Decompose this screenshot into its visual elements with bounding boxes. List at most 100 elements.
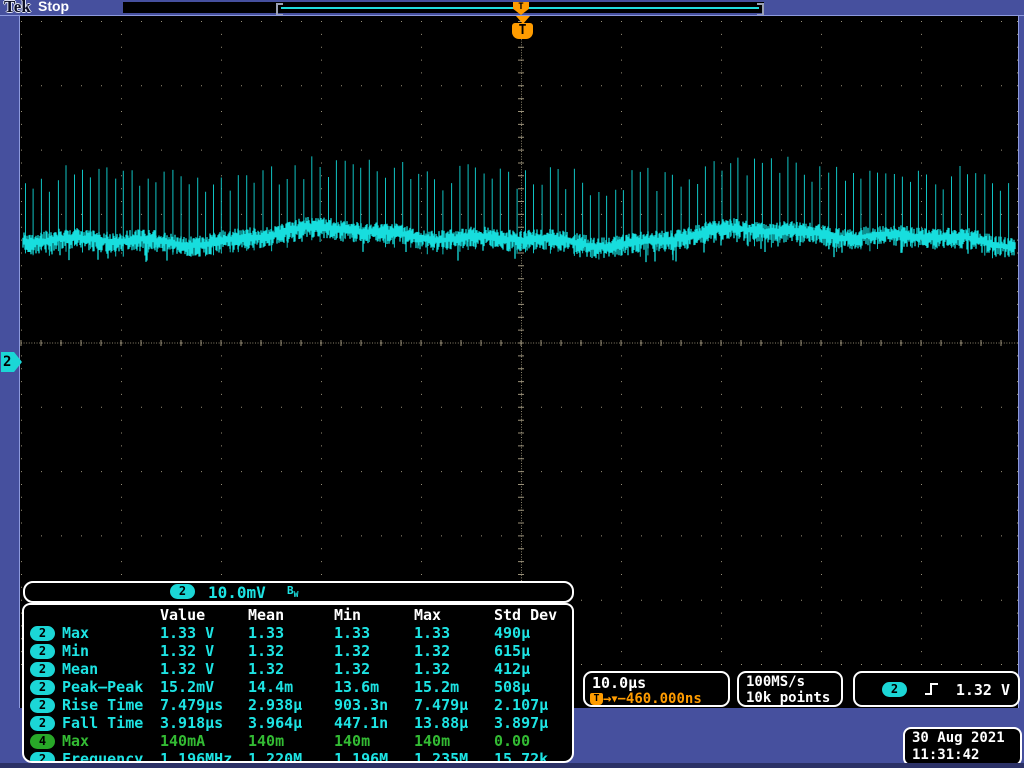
measurement-name: Fall Time [62, 714, 144, 732]
measurement-name: Frequency [62, 750, 144, 763]
measurement-row: 2 Fall Time 3.918µs 3.964µ 447.1n 13.88µ 3.897… [30, 714, 572, 732]
trigger-position-marker-icon[interactable]: T [513, 2, 529, 15]
measurement-value: 447.1n [334, 714, 389, 732]
measurement-value: 14.4m [248, 678, 294, 696]
measurement-value: 140m [334, 732, 371, 750]
channel-badge: 2 [30, 697, 55, 713]
measurement-value: 3.964µ [248, 714, 303, 732]
channel-badge: 4 [30, 733, 55, 749]
measurement-value: 1.32 [414, 660, 451, 678]
screen-border-right [1018, 15, 1019, 708]
oscilloscope-screen: Tek Stop T T 2 2 10.0mV BW Value Mean Mi… [0, 0, 1024, 768]
time-label: 11:31:42 [912, 747, 980, 763]
col-header-min: Min [334, 606, 362, 624]
trigger-delay-readout: T → ▼ −460.000ns [590, 691, 702, 707]
trigger-t-icon: T [590, 693, 603, 705]
measurement-row: 2 Peak–Peak 15.2mV 14.4m 13.6m 15.2m 508µ [30, 678, 572, 696]
horizontal-readout[interactable]: 10.0µs T → ▼ −460.000ns [583, 671, 730, 707]
trigger-time-flag[interactable]: T [512, 16, 534, 40]
acquisition-status: Stop [38, 0, 70, 14]
measurement-value: 1.32 V [160, 660, 215, 678]
measurement-row: 2 Mean 1.32 V 1.32 1.32 1.32 412µ [30, 660, 572, 678]
measurement-row: 4 Max 140mA 140m 140m 140m 0.00 [30, 732, 572, 750]
measurement-value: 15.2mV [160, 678, 215, 696]
measurement-row: 2 Max 1.33 V 1.33 1.33 1.33 490µ [30, 624, 572, 642]
trigger-source-badge: 2 [882, 682, 907, 697]
channel-badge: 2 [30, 625, 55, 641]
measurement-value: 1.32 [248, 660, 285, 678]
measurement-value: 1.32 [334, 660, 371, 678]
measurement-name: Min [62, 642, 90, 660]
measurement-value: 15.2m [414, 678, 460, 696]
datetime-readout: 30 Aug 2021 11:31:42 [903, 727, 1022, 766]
measurement-value: 1.196M [334, 750, 389, 763]
measurement-name: Max [62, 624, 90, 642]
measurement-value: 1.32 [414, 642, 451, 660]
delay-value: −460.000ns [617, 691, 702, 707]
measurement-value: 140m [414, 732, 451, 750]
channel-badge: 2 [30, 643, 55, 659]
measurement-value: 0.00 [494, 732, 531, 750]
top-status-bar: Tek Stop T [0, 0, 1024, 16]
measurement-row: 2 Rise Time 7.479µs 2.938µ 903.3n 7.479µ 2.107… [30, 696, 572, 714]
channel-badge: 2 [30, 679, 55, 695]
time-per-div: 10.0µs [592, 674, 647, 692]
measurement-value: 2.938µ [248, 696, 303, 714]
measurement-value: 1.196MHz [160, 750, 233, 763]
measurement-table[interactable]: Value Mean Min Max Std Dev 2 Max 1.33 V 1.3… [22, 603, 574, 763]
measurement-value: 1.235M [414, 750, 469, 763]
measurement-value: 13.88µ [414, 714, 469, 732]
record-length: 10k points [746, 690, 831, 706]
measurement-value: 7.479µ [414, 696, 469, 714]
channel2-scale-readout[interactable]: 2 10.0mV BW [23, 581, 574, 603]
channel-badge: 2 [30, 751, 55, 761]
measurement-value: 1.32 V [160, 642, 215, 660]
rising-edge-icon [925, 683, 938, 695]
date-label: 30 Aug 2021 [912, 730, 1005, 746]
measurement-value: 1.33 [414, 624, 451, 642]
measurement-value: 903.3n [334, 696, 389, 714]
col-header-max: Max [414, 606, 442, 624]
measurement-value: 140mA [160, 732, 206, 750]
measurement-rows: 2 Max 1.33 V 1.33 1.33 1.33 490µ 2 Min 1.32 V 1.32… [30, 624, 572, 763]
measurement-value: 1.33 [334, 624, 371, 642]
measurement-name: Max [62, 732, 90, 750]
bottom-bezel-strip [0, 763, 1024, 768]
channel2-volts-per-div: 10.0mV [208, 583, 266, 602]
measurement-value: 7.479µs [160, 696, 224, 714]
measurement-value: 615µ [494, 642, 531, 660]
trigger-flag-t-icon: T [512, 23, 533, 39]
measurement-row: 2 Min 1.32 V 1.32 1.32 1.32 615µ [30, 642, 572, 660]
col-header-value: Value [160, 606, 206, 624]
col-header-stddev: Std Dev [494, 606, 558, 624]
record-view-bar[interactable]: T [123, 2, 764, 16]
measurement-value: 15.72k [494, 750, 549, 763]
arrow-right-icon: → [603, 691, 612, 707]
measurement-header-row: Value Mean Min Max Std Dev [30, 606, 572, 624]
col-header-mean: Mean [248, 606, 285, 624]
measurement-name: Peak–Peak [62, 678, 144, 696]
measurement-value: 13.6m [334, 678, 380, 696]
measurement-value: 412µ [494, 660, 531, 678]
measurement-value: 140m [248, 732, 285, 750]
measurement-value: 1.32 [334, 642, 371, 660]
trigger-level: 1.32 V [955, 681, 1010, 699]
measurement-name: Mean [62, 660, 99, 678]
measurement-value: 1.33 [248, 624, 285, 642]
measurement-row: 2 Frequency 1.196MHz 1.220M 1.196M 1.235M 15.7… [30, 750, 572, 763]
measurement-name: Rise Time [62, 696, 144, 714]
trigger-readout[interactable]: 2 1.32 V [853, 671, 1020, 707]
channel-badge: 2 [30, 715, 55, 731]
bandwidth-limit-icon: BW [287, 584, 299, 600]
measurement-value: 1.220M [248, 750, 303, 763]
measurement-value: 3.918µs [160, 714, 224, 732]
measurement-value: 2.107µ [494, 696, 549, 714]
measurement-value: 490µ [494, 624, 531, 642]
measurement-value: 1.32 [248, 642, 285, 660]
acquisition-readout[interactable]: 100MS/s 10k points [737, 671, 843, 707]
measurement-value: 3.897µ [494, 714, 549, 732]
sample-rate: 100MS/s [746, 674, 806, 690]
measurement-value: 1.33 V [160, 624, 215, 642]
channel-badge: 2 [30, 661, 55, 677]
measurement-value: 508µ [494, 678, 531, 696]
